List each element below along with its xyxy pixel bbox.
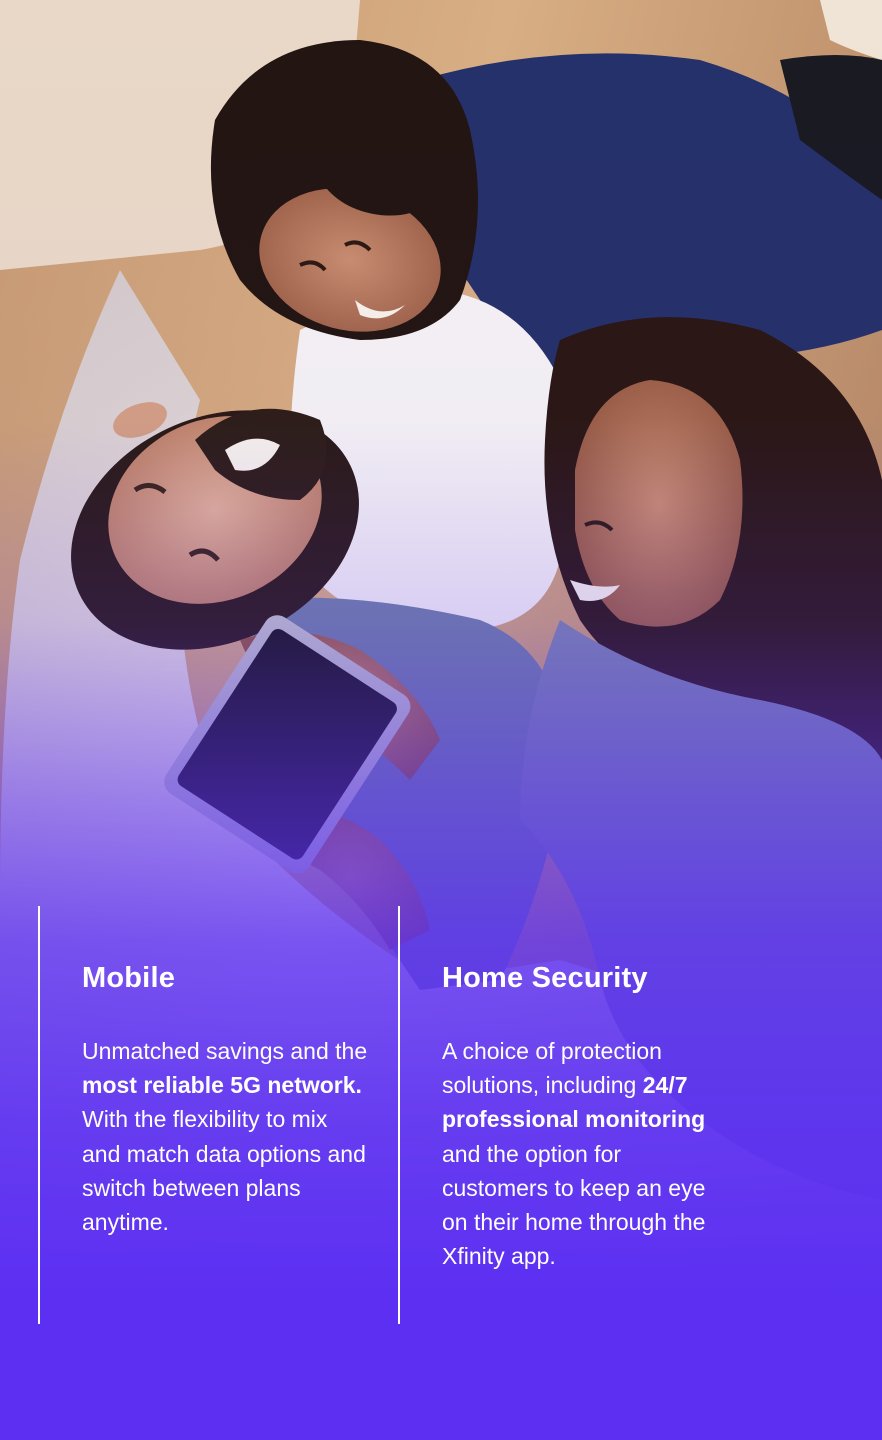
- feature-security-text-2: and the option for customers to keep an …: [442, 1140, 706, 1270]
- feature-mobile-description: Unmatched savings and the most reliable …: [82, 1034, 372, 1239]
- feature-mobile-title: Mobile: [82, 962, 176, 994]
- features-section: Mobile Unmatched savings and the most re…: [0, 906, 882, 1324]
- feature-security-description: A choice of protection solutions, includ…: [442, 1034, 732, 1273]
- feature-security-title: Home Security: [442, 962, 648, 994]
- page: Mobile Unmatched savings and the most re…: [0, 0, 882, 1440]
- feature-home-security: Home Security A choice of protection sol…: [398, 906, 738, 1324]
- feature-security-text-1: A choice of protection solutions, includ…: [442, 1038, 662, 1099]
- feature-mobile-highlight: most reliable 5G network.: [82, 1072, 362, 1099]
- feature-mobile-text-2: With the flexibility to mix and match da…: [82, 1106, 366, 1236]
- feature-mobile: Mobile Unmatched savings and the most re…: [38, 906, 378, 1324]
- feature-mobile-text-1: Unmatched savings and the: [82, 1038, 368, 1064]
